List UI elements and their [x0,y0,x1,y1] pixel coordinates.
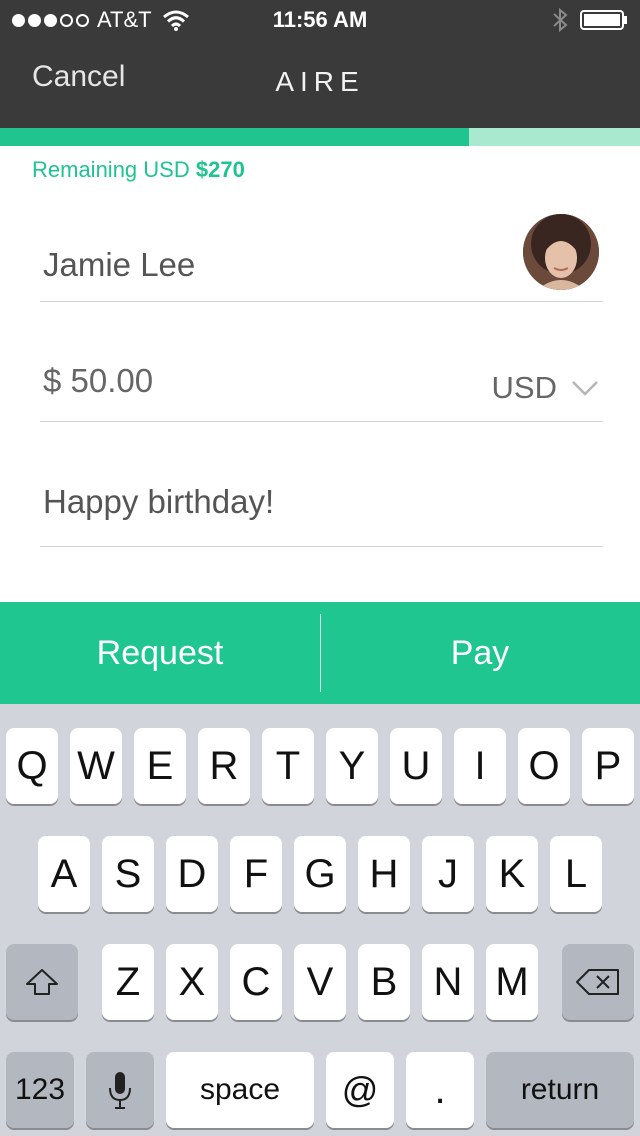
avatar[interactable] [523,214,599,290]
key-p[interactable]: P [582,728,634,804]
status-bar: AT&T 11:56 AM [0,0,640,40]
return-key[interactable]: return [486,1052,634,1128]
key-j[interactable]: J [422,836,474,912]
microphone-icon [109,1072,131,1109]
key-o[interactable]: O [518,728,570,804]
key-n[interactable]: N [422,944,474,1020]
key-a[interactable]: A [38,836,90,912]
key-h[interactable]: H [358,836,410,912]
at-key[interactable]: @ [326,1052,394,1128]
pay-button[interactable]: Pay [320,602,640,704]
dictation-key[interactable] [86,1052,154,1128]
chevron-down-icon [572,381,598,396]
amount-value[interactable]: $ 50.00 [43,362,153,400]
note-field[interactable]: Happy birthday! [40,455,603,547]
key-z[interactable]: Z [102,944,154,1020]
key-u[interactable]: U [390,728,442,804]
key-r[interactable]: R [198,728,250,804]
numbers-key[interactable]: 123 [6,1052,74,1128]
key-s[interactable]: S [102,836,154,912]
action-bar: Request Pay [0,602,640,704]
key-m[interactable]: M [486,944,538,1020]
app-title: AIRE [275,66,365,97]
remaining-amount: $270 [195,157,245,182]
key-k[interactable]: K [486,836,538,912]
remaining-label: Remaining USD [32,157,190,182]
keyboard: Q W E R T Y U I O P A S D F G H J K L Z … [0,704,640,1136]
key-b[interactable]: B [358,944,410,1020]
key-f[interactable]: F [230,836,282,912]
key-y[interactable]: Y [326,728,378,804]
recipient-field[interactable]: Jamie Lee [40,200,603,302]
key-e[interactable]: E [134,728,186,804]
shift-key[interactable] [6,944,78,1020]
backspace-key[interactable] [562,944,634,1020]
key-g[interactable]: G [294,836,346,912]
key-w[interactable]: W [70,728,122,804]
recipient-name[interactable]: Jamie Lee [43,246,195,284]
note-text[interactable]: Happy birthday! [43,483,274,521]
remaining-balance: Remaining USD $270 [32,157,245,183]
backspace-icon [576,969,619,995]
space-key[interactable]: space [166,1052,314,1128]
status-time: 11:56 AM [272,7,368,32]
key-l[interactable]: L [550,836,602,912]
key-q[interactable]: Q [6,728,58,804]
key-i[interactable]: I [454,728,506,804]
progress-fill [0,128,470,146]
bluetooth-icon [553,8,568,32]
avatar-photo-icon [523,214,599,290]
key-t[interactable]: T [262,728,314,804]
shift-icon [26,969,58,995]
currency-select[interactable]: USD [492,370,599,406]
budget-progress-bar [0,128,640,146]
request-button[interactable]: Request [0,602,320,704]
app-header: AT&T 11:56 AM Cancel AIRE [0,0,640,128]
key-c[interactable]: C [230,944,282,1020]
currency-label: USD [491,370,557,405]
action-divider [320,614,321,692]
key-v[interactable]: V [294,944,346,1020]
amount-field[interactable]: $ 50.00 USD [40,330,603,422]
key-d[interactable]: D [166,836,218,912]
period-key[interactable]: . [406,1052,474,1128]
battery-icon [580,10,627,30]
key-x[interactable]: X [166,944,218,1020]
